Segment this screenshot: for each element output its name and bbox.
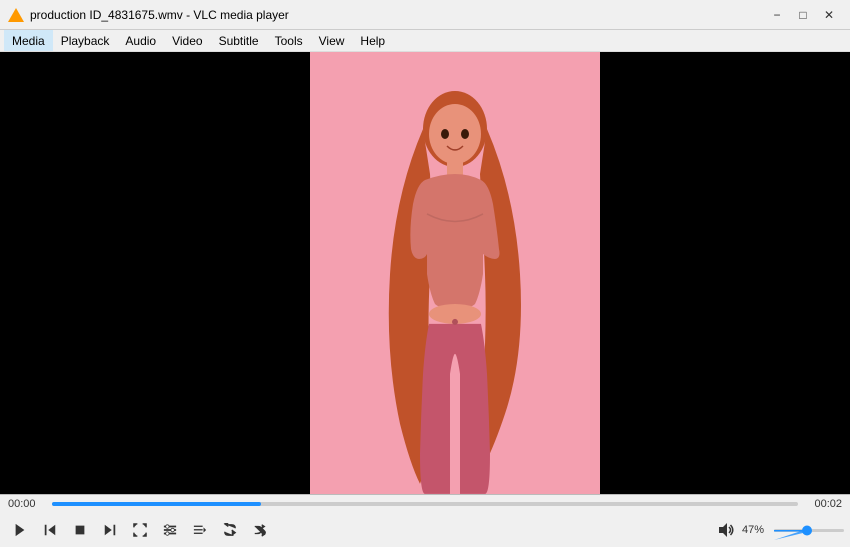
menu-audio[interactable]: Audio bbox=[117, 30, 164, 51]
controls-area: 00:00 00:02 bbox=[0, 494, 850, 547]
fullscreen-button[interactable] bbox=[126, 517, 154, 543]
menu-playback[interactable]: Playback bbox=[53, 30, 118, 51]
black-bar-left bbox=[0, 52, 310, 494]
video-frame bbox=[310, 52, 600, 494]
extended-settings-button[interactable] bbox=[156, 517, 184, 543]
menu-view[interactable]: View bbox=[311, 30, 353, 51]
previous-button[interactable] bbox=[36, 517, 64, 543]
next-button[interactable] bbox=[96, 517, 124, 543]
stop-button[interactable] bbox=[66, 517, 94, 543]
menu-bar: Media Playback Audio Video Subtitle Tool… bbox=[0, 30, 850, 52]
close-button[interactable]: ✕ bbox=[816, 5, 842, 25]
playback-controls: 47% bbox=[0, 513, 850, 547]
play-button[interactable] bbox=[6, 517, 34, 543]
black-bar-right bbox=[600, 52, 850, 494]
seekbar-fill bbox=[52, 502, 261, 506]
window-title: production ID_4831675.wmv - VLC media pl… bbox=[30, 8, 764, 22]
menu-media[interactable]: Media bbox=[4, 30, 53, 51]
maximize-button[interactable]: □ bbox=[790, 5, 816, 25]
minimize-button[interactable]: − bbox=[764, 5, 790, 25]
seekbar-row: 00:00 00:02 bbox=[0, 495, 850, 513]
playlist-button[interactable] bbox=[186, 517, 214, 543]
vlc-app-icon bbox=[8, 7, 24, 23]
video-content bbox=[0, 52, 850, 494]
volume-section: 47% bbox=[714, 518, 844, 542]
video-area bbox=[0, 52, 850, 494]
menu-video[interactable]: Video bbox=[164, 30, 210, 51]
title-bar: production ID_4831675.wmv - VLC media pl… bbox=[0, 0, 850, 30]
menu-help[interactable]: Help bbox=[352, 30, 393, 51]
video-person bbox=[365, 52, 545, 494]
menu-subtitle[interactable]: Subtitle bbox=[211, 30, 267, 51]
seekbar[interactable] bbox=[52, 502, 798, 506]
menu-tools[interactable]: Tools bbox=[267, 30, 311, 51]
volume-icon[interactable] bbox=[714, 518, 738, 542]
time-current: 00:00 bbox=[8, 498, 46, 510]
volume-slider[interactable] bbox=[774, 520, 844, 540]
loop-button[interactable] bbox=[216, 517, 244, 543]
volume-percentage: 47% bbox=[742, 524, 770, 536]
random-button[interactable] bbox=[246, 517, 274, 543]
time-total: 00:02 bbox=[804, 498, 842, 510]
